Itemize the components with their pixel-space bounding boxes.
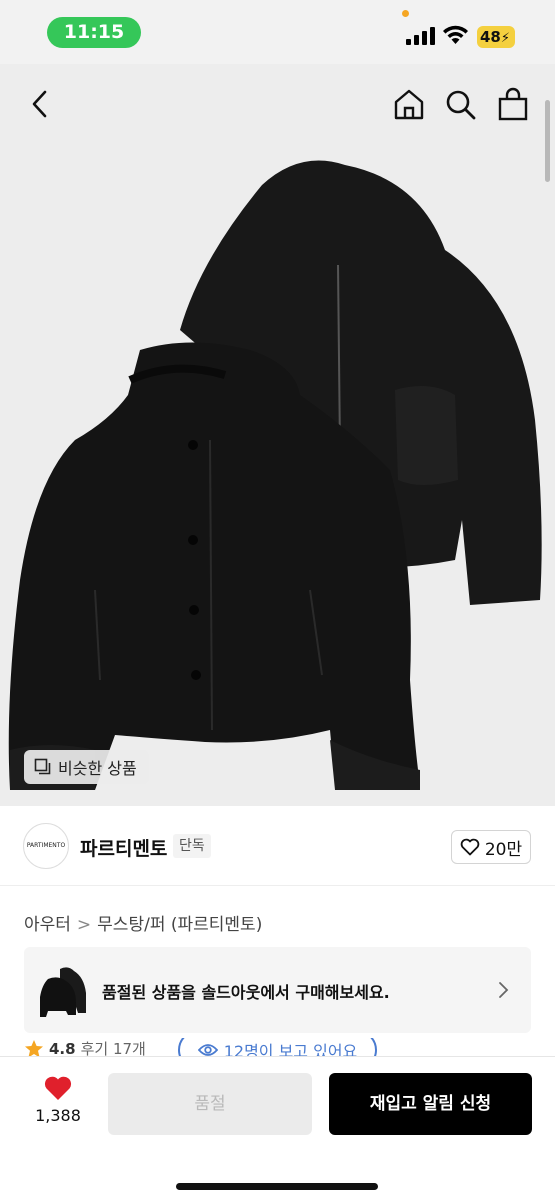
breadcrumb: 아우터 > 무스탕/퍼 (파르티멘토): [24, 910, 262, 935]
breadcrumb-mustang-fur[interactable]: 무스탕/퍼 (파르티멘토): [97, 915, 262, 935]
bottom-action-bar: 1,388 품절 재입고 알림 신청: [0, 1056, 555, 1200]
breadcrumb-separator: >: [76, 915, 92, 935]
brand-like-count: 20만: [484, 839, 523, 860]
similar-products-button[interactable]: 비슷한 상품: [24, 750, 149, 784]
soldout-button: 품절: [108, 1073, 312, 1135]
status-bar: 11:15 48⚡: [0, 0, 555, 64]
brand-row: PARTIMENTO 파르티멘토 단독 20만: [0, 806, 555, 886]
brand-name[interactable]: 파르티멘토: [80, 834, 167, 861]
chevron-right-icon: [499, 982, 509, 998]
wifi-icon: [443, 25, 468, 44]
banner-product-thumbnail: [40, 967, 86, 1017]
brand-like-button[interactable]: 20만: [451, 830, 531, 864]
banner-text: 품절된 상품을 솔드아웃에서 구매해보세요.: [102, 983, 390, 1002]
privacy-indicator-dot: [402, 10, 409, 17]
status-time: 11:15: [47, 17, 141, 48]
soldout-banner[interactable]: 품절된 상품을 솔드아웃에서 구매해보세요.: [24, 947, 531, 1033]
similar-items-icon: [34, 758, 51, 775]
review-count[interactable]: 후기 17개: [81, 1038, 146, 1058]
product-photo-jackets: [8, 160, 542, 790]
viewers-text: 12명이 보고 있어요: [223, 1042, 358, 1058]
similar-products-label: 비슷한 상품: [58, 759, 137, 778]
charging-bolt-icon: ⚡: [500, 31, 511, 46]
heart-filled-icon: [44, 1076, 72, 1100]
rating-row: 4.8 후기 17개 12명이 보고 있어요: [24, 1038, 544, 1058]
back-icon[interactable]: [26, 86, 56, 122]
product-image[interactable]: 비슷한 상품: [0, 64, 555, 806]
rating-score: 4.8: [49, 1039, 76, 1058]
exclusive-badge: 단독: [173, 834, 211, 858]
heart-outline-icon: [460, 838, 480, 856]
brand-logo[interactable]: PARTIMENTO: [23, 823, 69, 869]
battery-indicator: 48⚡: [477, 26, 515, 48]
wishlist-button[interactable]: 1,388: [30, 1075, 86, 1125]
breadcrumb-outer[interactable]: 아우터: [24, 915, 71, 935]
home-icon[interactable]: [392, 86, 426, 122]
home-indicator: [176, 1183, 378, 1190]
search-icon[interactable]: [444, 86, 478, 122]
restock-alert-button[interactable]: 재입고 알림 신청: [329, 1073, 532, 1135]
scroll-indicator: [545, 100, 550, 182]
wishlist-count: 1,388: [35, 1106, 81, 1125]
shopping-bag-icon[interactable]: [496, 86, 530, 122]
viewers-badge: 12명이 보고 있어요: [178, 1038, 377, 1058]
eye-icon: [197, 1044, 218, 1056]
battery-level: 48: [480, 28, 501, 46]
cellular-signal-icon: [406, 27, 435, 45]
